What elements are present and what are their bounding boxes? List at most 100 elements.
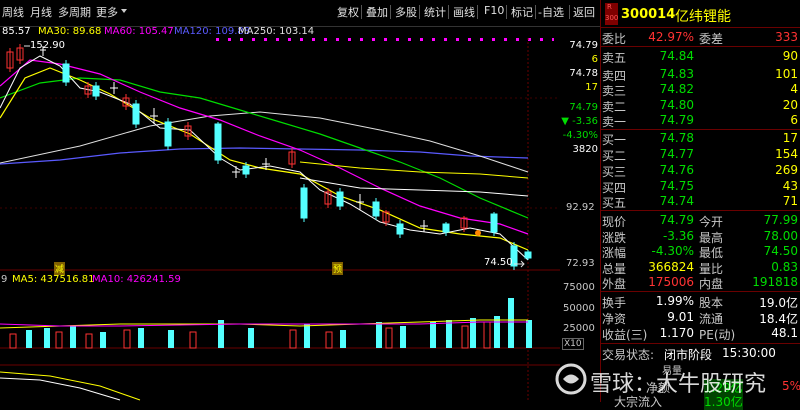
vol-prefix: 9 (1, 274, 8, 285)
tab-more[interactable]: 更多 (96, 4, 118, 20)
watermark-text: 雪球：大牛股研究 (590, 372, 767, 397)
stat-label: 今开 (699, 215, 724, 229)
ask-price: 74.82 (659, 82, 694, 96)
ma5-value: 85.57 (2, 26, 31, 37)
stock-badge: R 300 (605, 3, 618, 25)
ma-legend: 85.57 MA30: 89.68 MA60: 105.47 MA120: 10… (0, 26, 600, 38)
trade-status-value: 闭市阶段 (664, 348, 713, 362)
tab-multi-period[interactable]: 多周期 (58, 4, 91, 20)
draw-line-button[interactable]: 画线 (453, 4, 475, 20)
back-button[interactable]: 返回 (573, 4, 595, 20)
stat-label: 内盘 (699, 277, 724, 291)
bid-volume: 43 (782, 179, 798, 193)
stat-label: 净资 (602, 312, 627, 326)
volume-legend: 9 MA5: 437516.81 MA10: 426241.59 (0, 274, 300, 286)
stat-value: 19.0亿 (759, 296, 798, 310)
adjust-button[interactable]: 复权 (337, 4, 359, 20)
vol-ma5: MA5: 437516.81 (12, 274, 95, 285)
stat-label: 流通 (699, 312, 724, 326)
ma30-value: MA30: 89.68 (38, 26, 102, 37)
mini-price: 74.79 (569, 40, 598, 51)
mini-percent: -4.30% (562, 130, 598, 141)
mini-vol: 6 (591, 54, 598, 65)
trade-status-time: 15:30:00 (722, 346, 776, 360)
vol-ma10: MA10: 426241.59 (92, 274, 181, 285)
stat-label: 换手 (602, 296, 627, 310)
bid-label: 买二 (602, 149, 627, 163)
tab-weekly[interactable]: 周线 (2, 4, 24, 20)
chevron-down-icon (121, 9, 127, 13)
bid-label: 买五 (602, 196, 627, 210)
stock-name: 亿纬锂能 (675, 9, 731, 25)
price-axis-tick: 92.92 (566, 202, 595, 213)
stat-value: 77.99 (763, 213, 798, 227)
stat-value: 74.79 (659, 213, 694, 227)
weibi-value: 42.97% (648, 30, 694, 44)
bid-volume: 154 (775, 147, 798, 161)
stat-label: 现价 (602, 215, 627, 229)
tab-monthly[interactable]: 月线 (30, 4, 52, 20)
kline-chart[interactable] (0, 38, 560, 402)
ask-price: 74.84 (659, 49, 694, 63)
ma250-value: MA250: 103.14 (238, 26, 315, 37)
low-price-label: 74.50 (484, 257, 513, 268)
stat-value: 366824 (648, 259, 694, 274)
ask-volume: 20 (782, 98, 798, 112)
ask-volume: 6 (790, 113, 798, 127)
weicha-label: 委差 (699, 32, 724, 46)
bid-volume: 269 (775, 163, 798, 177)
ask-label: 卖三 (602, 84, 627, 98)
stat-value: 78.00 (763, 228, 798, 243)
multi-stock-button[interactable]: 多股 (395, 4, 417, 20)
snowball-logo-icon (555, 363, 587, 395)
ask-price: 74.80 (659, 98, 694, 112)
stat-value: 74.50 (763, 244, 798, 258)
volume-axis-tick: 50000 (563, 303, 595, 314)
stat-label: 最高 (699, 230, 724, 245)
marker-preview[interactable]: 预 (332, 262, 344, 275)
mini-change: ▼ -3.36 (561, 116, 598, 127)
volume-bars (0, 298, 532, 349)
stat-value: 175006 (648, 275, 694, 289)
f10-button[interactable]: F10 (484, 4, 504, 17)
ask-volume: 101 (775, 67, 798, 81)
trade-status-label: 交易状态: (602, 348, 655, 362)
stat-label: 最低 (699, 246, 724, 260)
mark-button[interactable]: 标记 (511, 4, 533, 20)
ask-label: 卖一 (602, 115, 627, 129)
badge-num: 300 (605, 14, 619, 22)
ask-price: 74.79 (659, 113, 694, 127)
stat-label: 总量 (602, 261, 627, 276)
stat-label: 涨幅 (602, 246, 627, 260)
bid-volume: 17 (782, 131, 798, 145)
watchlist-button[interactable]: -自选 (538, 4, 564, 20)
volume-unit: X10 (562, 338, 584, 350)
ask-price: 74.83 (659, 67, 694, 81)
bid-label: 买一 (602, 133, 627, 147)
weibi-label: 委比 (602, 32, 627, 46)
bid-price: 74.76 (659, 163, 694, 177)
overlay-button[interactable]: 叠加 (366, 4, 388, 20)
stat-label: 股本 (699, 296, 724, 310)
stat-value: -3.36 (662, 228, 694, 243)
price-axis-tick: 72.93 (566, 258, 595, 269)
top-toolbar: 周线 月线 多周期 更多 复权 叠加 多股 统计 画线 F10 标记 -自选 返… (0, 0, 600, 27)
stat-value: 48.1 (771, 326, 798, 340)
stat-value: 191818 (752, 275, 798, 289)
bid-price: 74.78 (659, 131, 694, 145)
bid-label: 买三 (602, 165, 627, 179)
badge-r: R (607, 3, 612, 11)
volume-axis-tick: 75000 (563, 282, 595, 293)
stat-label: PE(动) (699, 328, 736, 342)
stat-value: 1.170 (659, 326, 694, 340)
ma60-value: MA60: 105.47 (104, 26, 174, 37)
mini-price: 74.79 (569, 102, 598, 113)
stat-label: 涨跌 (602, 230, 627, 245)
stock-code: 300014 (621, 7, 676, 22)
mini-quote: 74.79 6 74.78 17 74.79 ▼ -3.36 -4.30% 38… (554, 38, 600, 158)
bid-price: 74.77 (659, 147, 694, 161)
statistics-button[interactable]: 统计 (424, 4, 446, 20)
ask-volume: 4 (790, 82, 798, 96)
stat-label: 量比 (699, 261, 724, 276)
ask-label: 卖五 (602, 51, 627, 65)
